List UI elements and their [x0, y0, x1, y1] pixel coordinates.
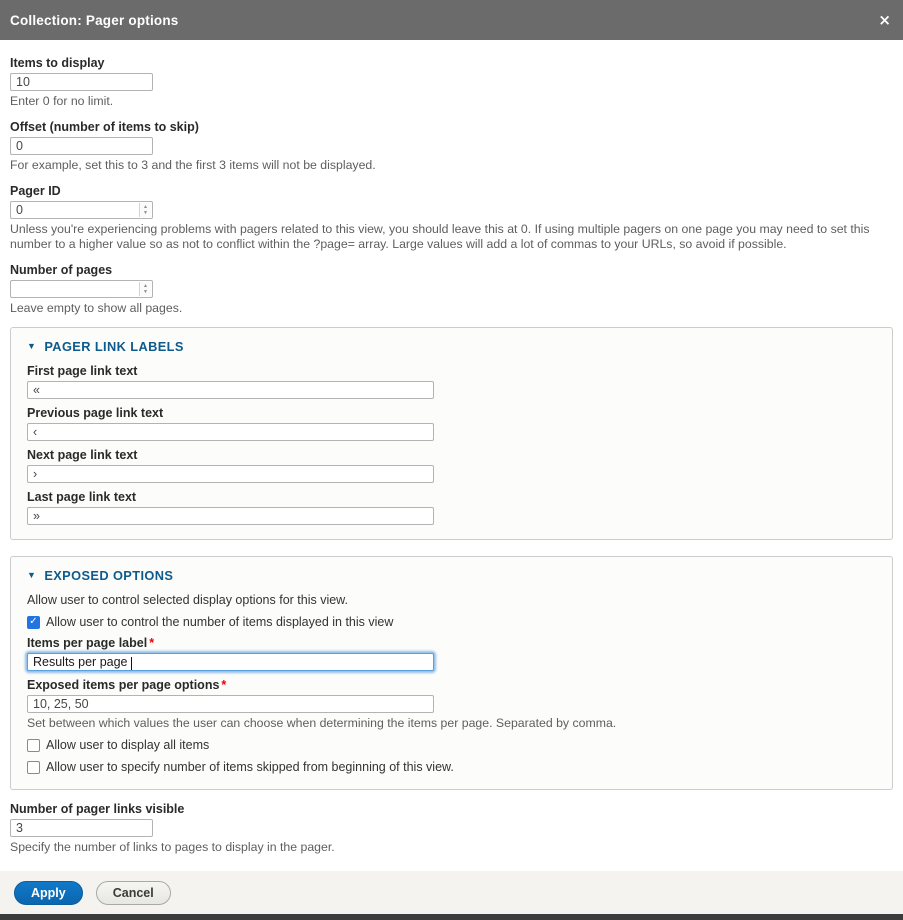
chevron-down-icon: ▼ — [27, 570, 36, 580]
checkbox[interactable]: ✓ — [27, 761, 40, 774]
chevron-down-icon: ▼ — [27, 341, 36, 351]
spinner-down-icon[interactable]: ▼ — [143, 290, 148, 295]
pager-link-labels-legend[interactable]: ▼ PAGER LINK LABELS — [27, 336, 876, 356]
items-to-display-input[interactable] — [10, 73, 153, 91]
number-of-pages-input[interactable] — [10, 280, 153, 298]
apply-button[interactable]: Apply — [14, 881, 83, 905]
fieldset-exposed-options: ▼ EXPOSED OPTIONS Allow user to control … — [10, 556, 893, 790]
checkbox[interactable]: ✓ — [27, 739, 40, 752]
display-all-checkbox-row[interactable]: ✓ Allow user to display all items — [27, 737, 876, 753]
items-per-page-label-input[interactable] — [27, 653, 434, 671]
exposed-options-legend[interactable]: ▼ EXPOSED OPTIONS — [27, 565, 876, 585]
exposed-items-options-label-text: Exposed items per page options — [27, 678, 219, 692]
number-of-pages-help: Leave empty to show all pages. — [10, 301, 885, 316]
items-per-page-label-text: Items per page label — [27, 636, 147, 650]
cancel-button[interactable]: Cancel — [96, 881, 171, 905]
checkbox[interactable]: ✓ — [27, 616, 40, 629]
number-spinner-icon[interactable]: ▲▼ — [139, 282, 151, 296]
form-item-offset: Offset (number of items to skip) For exa… — [10, 120, 893, 173]
pager-id-help: Unless you're experiencing problems with… — [10, 222, 885, 252]
form-item-previous-page-link: Previous page link text — [27, 406, 876, 441]
display-all-checkbox-label[interactable]: Allow user to display all items — [46, 737, 209, 753]
items-to-display-label: Items to display — [10, 56, 893, 71]
close-icon[interactable]: × — [878, 13, 891, 28]
control-items-checkbox-label[interactable]: Allow user to control the number of item… — [46, 614, 393, 630]
exposed-items-options-input[interactable] — [27, 695, 434, 713]
exposed-options-description: Allow user to control selected display o… — [27, 593, 876, 608]
form-item-exposed-items-options: Exposed items per page options* Set betw… — [27, 678, 876, 731]
exposed-options-legend-text: EXPOSED OPTIONS — [44, 568, 173, 583]
offset-help: For example, set this to 3 and the first… — [10, 158, 885, 173]
spinner-up-icon[interactable]: ▲ — [143, 205, 148, 210]
number-of-pages-label: Number of pages — [10, 263, 893, 278]
required-marker: * — [221, 678, 226, 692]
dialog-header: Collection: Pager options × — [0, 0, 903, 40]
first-page-link-input[interactable] — [27, 381, 434, 399]
pager-link-labels-legend-text: PAGER LINK LABELS — [44, 339, 184, 354]
exposed-items-options-help: Set between which values the user can ch… — [27, 716, 876, 731]
form-item-first-page-link: First page link text — [27, 364, 876, 399]
pager-id-input[interactable] — [10, 201, 153, 219]
form-item-pager-links-visible: Number of pager links visible Specify th… — [10, 802, 893, 855]
pager-links-visible-label: Number of pager links visible — [10, 802, 893, 817]
pager-links-visible-help: Specify the number of links to pages to … — [10, 840, 885, 855]
spinner-down-icon[interactable]: ▼ — [143, 211, 148, 216]
form-item-last-page-link: Last page link text — [27, 490, 876, 525]
form-item-number-of-pages: Number of pages ▲▼ Leave empty to show a… — [10, 263, 893, 316]
offset-checkbox-row[interactable]: ✓ Allow user to specify number of items … — [27, 759, 876, 775]
items-to-display-help: Enter 0 for no limit. — [10, 94, 885, 109]
required-marker: * — [149, 636, 154, 650]
page-background-strip — [0, 914, 903, 920]
number-spinner-icon[interactable]: ▲▼ — [139, 203, 151, 217]
form-item-pager-id: Pager ID ▲▼ Unless you're experiencing p… — [10, 184, 893, 252]
check-icon: ✓ — [29, 617, 37, 627]
next-page-link-input[interactable] — [27, 465, 434, 483]
previous-page-link-label: Previous page link text — [27, 406, 876, 421]
offset-label: Offset (number of items to skip) — [10, 120, 893, 135]
text-caret — [131, 657, 132, 670]
form-item-items-to-display: Items to display Enter 0 for no limit. — [10, 56, 893, 109]
offset-input[interactable] — [10, 137, 153, 155]
form-item-items-per-page-label: Items per page label* — [27, 636, 876, 671]
last-page-link-label: Last page link text — [27, 490, 876, 505]
previous-page-link-input[interactable] — [27, 423, 434, 441]
spinner-up-icon[interactable]: ▲ — [143, 284, 148, 289]
next-page-link-label: Next page link text — [27, 448, 876, 463]
dialog-footer: Apply Cancel — [0, 871, 903, 914]
pager-options-form: Items to display Enter 0 for no limit. O… — [0, 40, 903, 871]
pager-links-visible-input[interactable] — [10, 819, 153, 837]
pager-id-label: Pager ID — [10, 184, 893, 199]
control-items-checkbox-row[interactable]: ✓ Allow user to control the number of it… — [27, 614, 876, 630]
fieldset-pager-link-labels: ▼ PAGER LINK LABELS First page link text… — [10, 327, 893, 540]
last-page-link-input[interactable] — [27, 507, 434, 525]
form-item-next-page-link: Next page link text — [27, 448, 876, 483]
offset-checkbox-label[interactable]: Allow user to specify number of items sk… — [46, 759, 454, 775]
dialog-title: Collection: Pager options — [10, 13, 179, 28]
first-page-link-label: First page link text — [27, 364, 876, 379]
